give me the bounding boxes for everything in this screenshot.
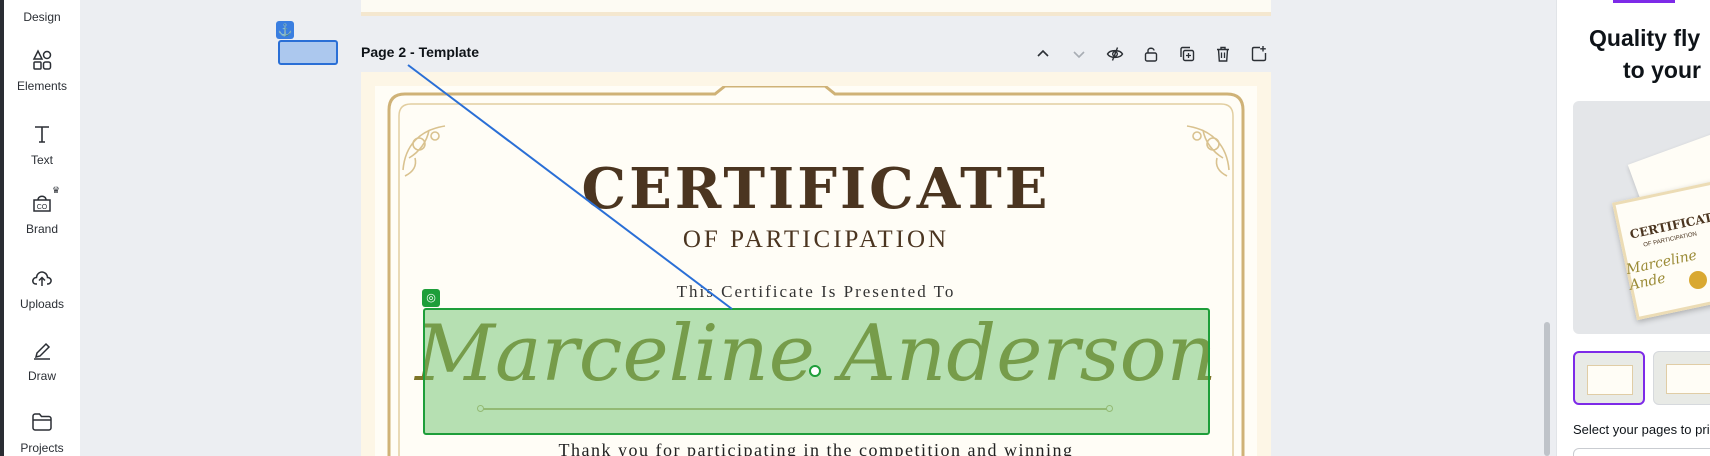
projects-icon	[32, 413, 52, 431]
sidebar-item-uploads[interactable]: Uploads	[4, 266, 80, 311]
page-title[interactable]: Page 2 - Template	[361, 44, 479, 60]
certificate-title[interactable]: CERTIFICATE	[375, 156, 1257, 222]
sidebar-item-elements[interactable]: Elements	[4, 48, 80, 93]
certificate-thanks-text[interactable]: Thank you for participating in the compe…	[375, 440, 1257, 456]
hide-icon	[1106, 47, 1124, 61]
add-page-button[interactable]	[1247, 42, 1271, 66]
page-toolbar	[1031, 42, 1271, 66]
page-select-field[interactable]	[1573, 448, 1710, 456]
sidebar-item-label: Elements	[16, 79, 68, 93]
thumbnail-preview	[1666, 364, 1710, 394]
draw-icon	[34, 342, 51, 360]
vertical-scrollbar[interactable]	[1544, 322, 1550, 456]
page-thumbnails	[1573, 351, 1710, 405]
trash-icon	[1217, 46, 1229, 62]
text-icon	[35, 126, 49, 143]
chevron-up-icon	[1037, 49, 1049, 57]
lock-icon	[1144, 47, 1158, 62]
sidebar-item-brand[interactable]: ♛ CO Brand	[4, 185, 80, 236]
anchor-icon[interactable]: ⚓	[276, 21, 294, 39]
sidebar-item-projects[interactable]: Projects	[4, 410, 80, 455]
hide-page-button[interactable]	[1103, 42, 1127, 66]
promo-image[interactable]: CERTIFICATE OF PARTICIPATION Marceline A…	[1573, 101, 1710, 334]
seal-icon	[1689, 271, 1707, 289]
certificate-subtitle[interactable]: OF PARTICIPATION	[375, 226, 1257, 254]
center-handle[interactable]	[809, 365, 821, 377]
sidebar-item-label: Text	[30, 153, 53, 167]
svg-text:CO: CO	[37, 204, 48, 211]
page-header: Page 2 - Template	[361, 36, 1271, 72]
crown-icon: ♛	[52, 185, 61, 195]
move-page-down-button[interactable]	[1067, 42, 1091, 66]
select-pages-label: Select your pages to pri	[1573, 422, 1710, 437]
sidebar-item-label: Projects	[20, 441, 64, 455]
thumbnail-2[interactable]	[1653, 351, 1710, 405]
sidebar-item-draw[interactable]: Draw	[4, 338, 80, 383]
panel-heading-line2: to your	[1623, 57, 1701, 83]
sidebar-item-label: Brand	[25, 222, 59, 236]
panel-heading-line1: Quality fly	[1589, 25, 1701, 51]
sidebar-item-text[interactable]: Text	[4, 122, 80, 167]
add-page-icon	[1251, 46, 1267, 62]
active-tab-indicator	[1613, 0, 1675, 3]
page-title-selection[interactable]	[278, 40, 338, 65]
uploads-icon	[32, 271, 52, 286]
certificate-presented-to[interactable]: This Certificate Is Presented To	[375, 282, 1257, 302]
elements-icon	[32, 49, 52, 70]
thumbnail-preview	[1587, 365, 1633, 395]
thumbnail-1[interactable]	[1573, 351, 1645, 405]
lock-page-button[interactable]	[1139, 42, 1163, 66]
delete-page-button[interactable]	[1211, 42, 1235, 66]
duplicate-icon	[1180, 46, 1195, 62]
sidebar-item-label: Design	[23, 10, 61, 24]
move-page-up-button[interactable]	[1031, 42, 1055, 66]
target-icon[interactable]: ◎	[422, 289, 440, 307]
sidebar-item-design[interactable]: Design	[4, 8, 80, 24]
duplicate-page-button[interactable]	[1175, 42, 1199, 66]
left-sidebar: Design Elements Text ♛ CO Brand Uploads	[0, 0, 80, 456]
brand-icon: CO	[33, 195, 51, 212]
previous-page-edge[interactable]	[361, 0, 1271, 16]
right-panel: Quality fly to your CERTIFICATE OF PARTI…	[1556, 0, 1710, 456]
sidebar-item-label: Draw	[27, 369, 56, 383]
sidebar-item-label: Uploads	[19, 297, 65, 311]
chevron-down-icon	[1073, 51, 1085, 59]
panel-heading: Quality fly to your	[1589, 22, 1710, 86]
